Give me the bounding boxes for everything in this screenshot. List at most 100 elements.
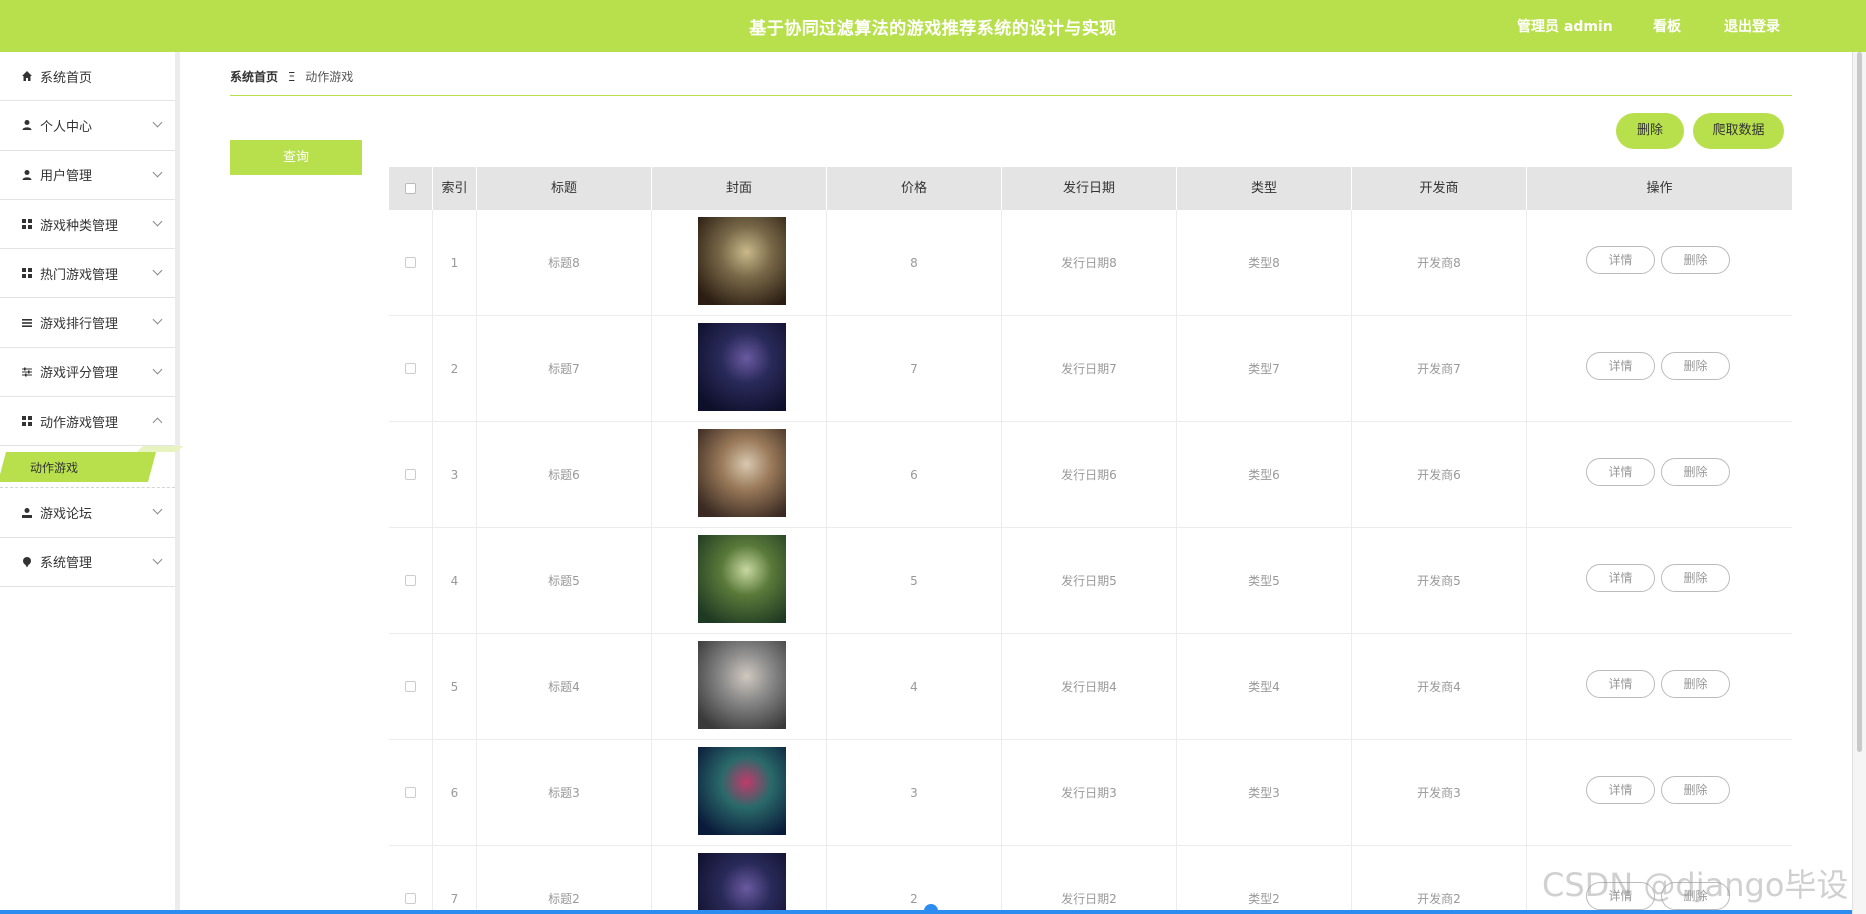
row-checkbox[interactable]	[405, 363, 416, 374]
table-row: 1 标题8 8 发行日期8 类型8 开发商8 详情 删除	[389, 210, 1792, 316]
cell-cover	[652, 634, 827, 740]
cover-image[interactable]	[698, 747, 786, 835]
sidebar-item-label: 游戏评分管理	[40, 366, 119, 382]
sidebar-item-game-ranking[interactable]: 游戏排行管理	[0, 298, 175, 348]
row-checkbox[interactable]	[405, 469, 416, 480]
cell-price: 3	[827, 740, 1002, 846]
progress-handle[interactable]	[924, 904, 938, 914]
row-delete-button[interactable]: 删除	[1661, 246, 1730, 274]
cell-title: 标题6	[477, 422, 652, 528]
row-delete-button[interactable]: 删除	[1661, 776, 1730, 804]
detail-button[interactable]: 详情	[1586, 458, 1655, 486]
row-checkbox[interactable]	[405, 257, 416, 268]
sidebar-item-action-games[interactable]: 动作游戏管理	[0, 397, 175, 447]
cell-dev: 开发商4	[1352, 634, 1527, 740]
cover-image[interactable]	[698, 535, 786, 623]
vertical-scrollbar[interactable]	[1852, 52, 1866, 914]
row-delete-button[interactable]: 删除	[1661, 564, 1730, 592]
cell-dev: 开发商2	[1352, 846, 1527, 914]
sidebar-item-system[interactable]: 系统管理	[0, 538, 175, 587]
column-header: 类型	[1177, 167, 1352, 210]
sidebar-item-home[interactable]: 系统首页	[0, 52, 175, 102]
sliders-icon	[20, 365, 34, 379]
cell-dev: 开发商6	[1352, 422, 1527, 528]
sidebar-item-label: 用户管理	[40, 169, 93, 185]
watermark: CSDN @django毕设	[1542, 866, 1849, 904]
grid-icon	[20, 414, 34, 428]
cell-cover	[652, 846, 827, 914]
row-delete-button[interactable]: 删除	[1661, 352, 1730, 380]
user-icon	[20, 118, 34, 132]
row-checkbox[interactable]	[405, 893, 416, 904]
breadcrumb-current: 动作游戏	[305, 70, 354, 84]
cell-cover	[652, 740, 827, 846]
row-select-cell	[389, 316, 433, 422]
cell-actions: 详情 删除	[1527, 740, 1792, 846]
cell-index: 5	[433, 634, 477, 740]
cell-cover	[652, 422, 827, 528]
cell-title: 标题4	[477, 634, 652, 740]
cover-image[interactable]	[698, 641, 786, 729]
logout-link[interactable]: 退出登录	[1724, 16, 1780, 36]
detail-button[interactable]: 详情	[1586, 564, 1655, 592]
cover-image[interactable]	[698, 853, 786, 914]
cell-index: 1	[433, 210, 477, 316]
sidebar-item-game-rating[interactable]: 游戏评分管理	[0, 348, 175, 398]
cell-cover	[652, 316, 827, 422]
cover-image[interactable]	[698, 217, 786, 305]
sidebar-item-label: 游戏种类管理	[40, 218, 119, 234]
sidebar-item-label: 游戏排行管理	[40, 317, 119, 333]
sidebar-item-forum[interactable]: 游戏论坛	[0, 488, 175, 538]
crawl-data-button[interactable]: 爬取数据	[1693, 113, 1784, 149]
column-header: 操作	[1646, 181, 1673, 196]
select-all-checkbox[interactable]	[405, 183, 416, 194]
breadcrumb-home[interactable]: 系统首页	[230, 70, 278, 84]
cell-date: 发行日期4	[1002, 634, 1177, 740]
breadcrumb-divider	[230, 95, 1792, 96]
cell-title: 标题7	[477, 316, 652, 422]
batch-delete-button[interactable]: 删除	[1616, 113, 1684, 149]
row-checkbox[interactable]	[405, 681, 416, 692]
row-select-cell	[389, 846, 433, 914]
sidebar-item-profile[interactable]: 个人中心	[0, 101, 175, 151]
sidebar-item-label: 个人中心	[40, 119, 93, 135]
sidebar-subitem-action-game[interactable]: 动作游戏	[0, 446, 183, 489]
sidebar-item-users[interactable]: 用户管理	[0, 151, 175, 200]
cell-date: 发行日期2	[1002, 846, 1177, 914]
board-link[interactable]: 看板	[1653, 16, 1681, 36]
cover-image[interactable]	[698, 323, 786, 411]
cell-index: 4	[433, 528, 477, 634]
cell-index: 6	[433, 740, 477, 846]
sidebar: 系统首页 个人中心 用户管理 游戏种类管理 热门游戏管理 游戏排行管理 游戏评分…	[0, 52, 183, 914]
cell-price: 6	[827, 422, 1002, 528]
query-button[interactable]: 查询	[230, 140, 362, 175]
detail-button[interactable]: 详情	[1586, 670, 1655, 698]
cell-actions: 详情 删除	[1527, 528, 1792, 634]
detail-button[interactable]: 详情	[1586, 352, 1655, 380]
chevron-down-icon	[152, 504, 163, 515]
scrollbar-thumb[interactable]	[1857, 52, 1862, 752]
cell-actions: 详情 删除	[1527, 210, 1792, 316]
cell-price: 4	[827, 634, 1002, 740]
cell-price: 7	[827, 316, 1002, 422]
detail-button[interactable]: 详情	[1586, 246, 1655, 274]
cell-actions: 详情 删除	[1527, 316, 1792, 422]
home-icon	[20, 69, 34, 83]
table-row: 5 标题4 4 发行日期4 类型4 开发商4 详情 删除	[389, 634, 1792, 740]
sidebar-item-label: 游戏论坛	[40, 507, 93, 523]
row-select-cell	[389, 634, 433, 740]
cell-price: 5	[827, 528, 1002, 634]
row-checkbox[interactable]	[405, 575, 416, 586]
row-checkbox[interactable]	[405, 787, 416, 798]
sidebar-item-hot-games[interactable]: 热门游戏管理	[0, 249, 175, 299]
chevron-down-icon	[152, 554, 163, 565]
detail-button[interactable]: 详情	[1586, 776, 1655, 804]
row-delete-button[interactable]: 删除	[1661, 670, 1730, 698]
chevron-up-icon	[152, 417, 163, 428]
cover-image[interactable]	[698, 429, 786, 517]
sidebar-item-game-category[interactable]: 游戏种类管理	[0, 200, 175, 250]
cell-type: 类型2	[1177, 846, 1352, 914]
row-select-cell	[389, 740, 433, 846]
row-delete-button[interactable]: 删除	[1661, 458, 1730, 486]
cell-dev: 开发商3	[1352, 740, 1527, 846]
